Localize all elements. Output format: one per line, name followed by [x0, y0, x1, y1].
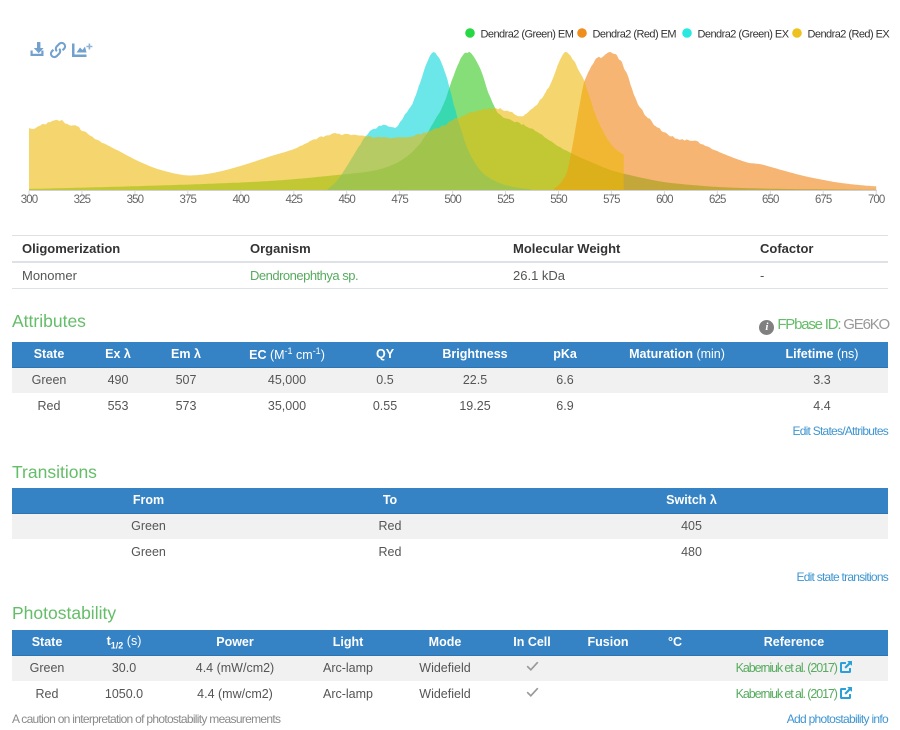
svg-text:325: 325 — [74, 194, 91, 206]
svg-text:475: 475 — [391, 194, 408, 206]
svg-text:500: 500 — [444, 194, 461, 206]
svg-text:575: 575 — [603, 194, 620, 206]
svg-text:450: 450 — [338, 194, 355, 206]
svg-text:525: 525 — [497, 194, 514, 206]
svg-text:Dendra2 (Red) EX: Dendra2 (Red) EX — [808, 28, 891, 40]
svg-text:650: 650 — [762, 194, 779, 206]
svg-text:400: 400 — [233, 194, 250, 206]
svg-text:375: 375 — [180, 194, 197, 206]
svg-text:700: 700 — [868, 194, 885, 206]
svg-text:300: 300 — [21, 194, 38, 206]
svg-text:550: 550 — [550, 194, 567, 206]
svg-text:Dendra2 (Green) EM: Dendra2 (Green) EM — [481, 28, 574, 40]
svg-text:600: 600 — [656, 194, 673, 206]
svg-text:Dendra2 (Green) EX: Dendra2 (Green) EX — [698, 28, 790, 40]
svg-text:Dendra2 (Red) EM: Dendra2 (Red) EM — [593, 28, 677, 40]
svg-text:425: 425 — [286, 194, 303, 206]
svg-text:675: 675 — [815, 194, 832, 206]
svg-text:625: 625 — [709, 194, 726, 206]
svg-text:350: 350 — [127, 194, 144, 206]
